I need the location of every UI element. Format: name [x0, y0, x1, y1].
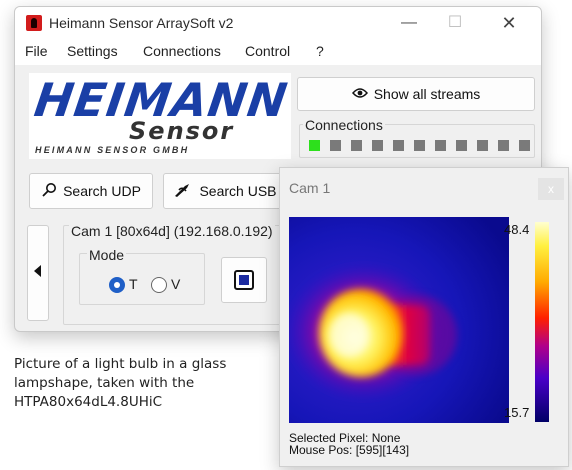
app-icon — [26, 15, 42, 31]
menu-file[interactable]: File — [25, 43, 48, 59]
search-usb-button[interactable]: Search USB — [163, 173, 287, 209]
cam-title-bar[interactable]: Cam 1 x — [280, 168, 568, 208]
menu-control[interactable]: Control — [245, 43, 290, 59]
show-all-streams-label: Show all streams — [373, 86, 481, 102]
mouse-position-readout: Mouse Pos: [595][143] — [289, 443, 410, 457]
mode-label: Mode — [87, 247, 127, 263]
connection-led-1 — [309, 140, 320, 151]
search-udp-label: Search UDP — [63, 183, 141, 199]
search-udp-button[interactable]: Search UDP — [29, 173, 153, 209]
stop-icon — [234, 270, 254, 290]
menu-bar: File Settings Connections Control ? — [15, 39, 541, 65]
logo-company: HEIMANN SENSOR GMBH — [35, 145, 190, 155]
connection-led-8 — [456, 140, 467, 151]
scale-max-label: 48.4 — [504, 222, 530, 237]
color-scale-bar — [535, 222, 549, 422]
camera-group-title: Cam 1 [80x64d] (192.168.0.192) — [69, 223, 275, 239]
connection-led-10 — [498, 140, 509, 151]
stop-button[interactable] — [221, 257, 267, 303]
cam-window: Cam 1 x 48.4 15.7 Selected Pixel: None M… — [279, 167, 569, 467]
connection-led-4 — [372, 140, 383, 151]
mode-t-radio[interactable] — [109, 277, 125, 293]
mode-t-label: T — [129, 276, 138, 292]
heimann-logo: HEIMANN Sensor HEIMANN SENSOR GMBH — [29, 73, 291, 159]
connection-led-9 — [477, 140, 488, 151]
triangle-left-icon — [34, 264, 42, 282]
close-button[interactable]: ✕ — [489, 11, 529, 35]
thermal-image[interactable] — [289, 217, 509, 423]
collapse-button[interactable] — [27, 225, 49, 321]
menu-settings[interactable]: Settings — [67, 43, 118, 59]
scale-min-label: 15.7 — [504, 405, 530, 420]
menu-help[interactable]: ? — [316, 43, 324, 59]
logo-product: Sensor — [129, 117, 235, 145]
cam-window-title: Cam 1 — [289, 180, 331, 196]
connection-led-3 — [351, 140, 362, 151]
search-usb-label: Search USB — [199, 183, 277, 199]
usb-icon — [173, 182, 193, 201]
cam-close-button[interactable]: x — [538, 178, 564, 200]
connection-led-6 — [414, 140, 425, 151]
connection-led-2 — [330, 140, 341, 151]
mode-v-label: V — [171, 276, 181, 292]
connection-led-5 — [393, 140, 404, 151]
title-bar[interactable]: Heimann Sensor ArraySoft v2 — ☐ ✕ — [15, 7, 541, 39]
mode-v-radio[interactable] — [151, 277, 167, 293]
search-icon — [41, 182, 57, 201]
show-all-streams-button[interactable]: Show all streams — [297, 77, 535, 111]
connection-led-11 — [519, 140, 530, 151]
minimize-button[interactable]: — — [389, 11, 429, 35]
connection-led-7 — [435, 140, 446, 151]
image-caption: Picture of a light bulb in a glass lamps… — [14, 356, 227, 410]
eye-icon — [351, 86, 368, 102]
maximize-button[interactable]: ☐ — [435, 11, 475, 35]
connections-label: Connections — [303, 117, 385, 133]
menu-connections[interactable]: Connections — [143, 43, 221, 59]
window-title: Heimann Sensor ArraySoft v2 — [49, 15, 234, 31]
